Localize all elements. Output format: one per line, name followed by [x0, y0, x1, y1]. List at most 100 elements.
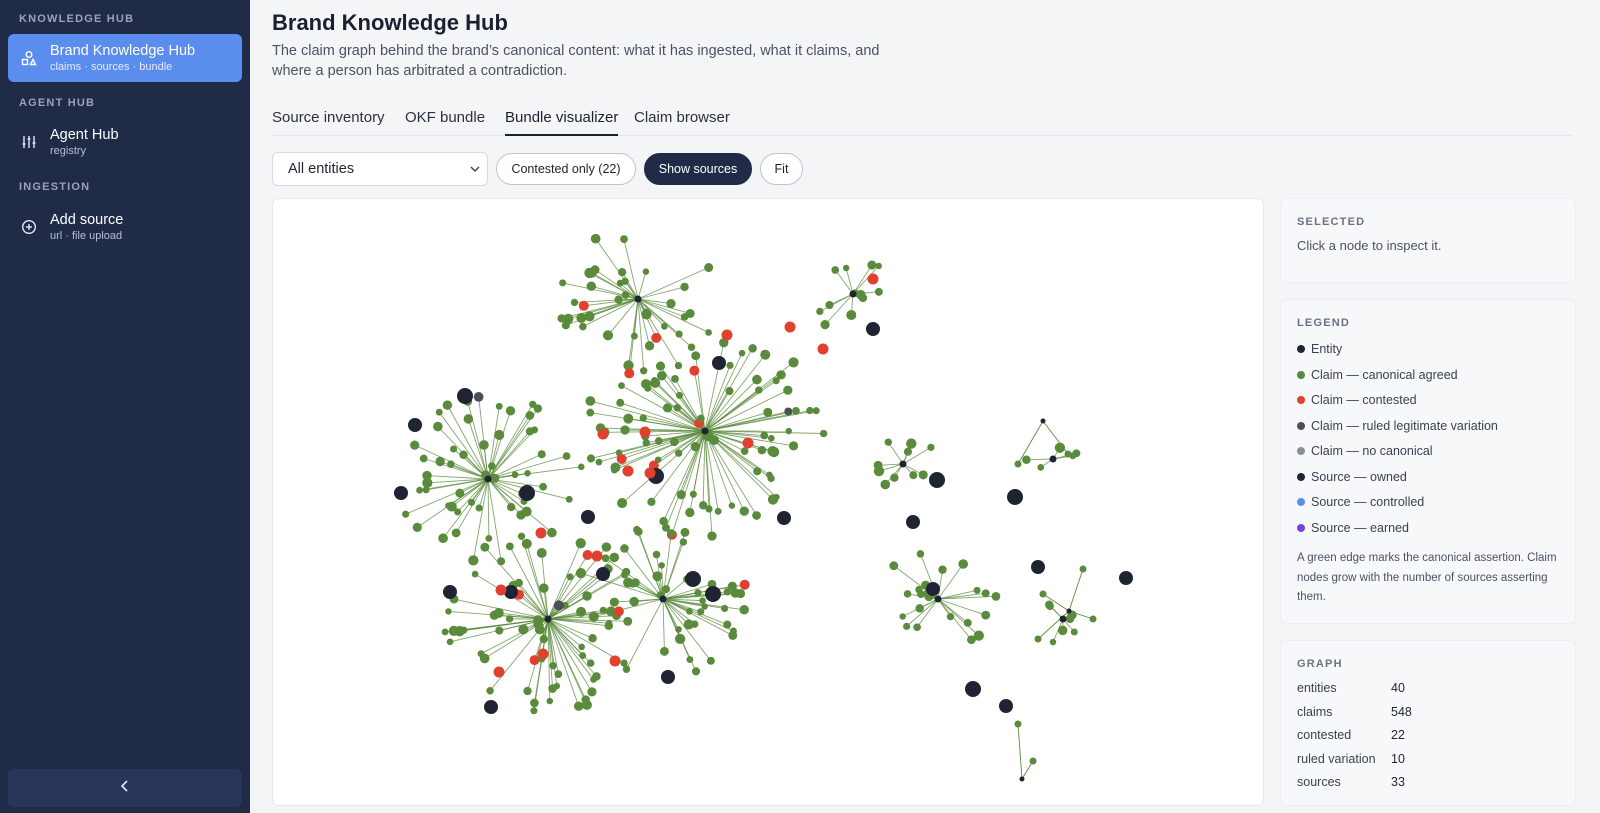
contested-claim-node[interactable]: [639, 426, 651, 438]
claim-node[interactable]: [916, 550, 925, 558]
claim-node[interactable]: [694, 589, 702, 597]
claim-node[interactable]: [1064, 450, 1072, 458]
claim-node[interactable]: [819, 429, 828, 438]
claim-node[interactable]: [494, 429, 505, 441]
claim-node[interactable]: [617, 498, 628, 509]
claim-node[interactable]: [441, 628, 449, 636]
claim-node[interactable]: [460, 626, 468, 634]
claim-node[interactable]: [738, 349, 746, 357]
claim-node[interactable]: [586, 659, 595, 667]
claim-node[interactable]: [1057, 625, 1068, 636]
collapse-sidebar-button[interactable]: [8, 769, 242, 807]
claim-node[interactable]: [820, 320, 830, 330]
claim-node[interactable]: [1037, 464, 1045, 471]
claim-node[interactable]: [1029, 757, 1037, 765]
claim-node[interactable]: [666, 529, 676, 538]
claim-node[interactable]: [622, 665, 631, 673]
entity-node[interactable]: [484, 700, 498, 714]
claim-node[interactable]: [652, 571, 663, 582]
claim-node[interactable]: [728, 502, 736, 509]
claim-node[interactable]: [909, 471, 918, 480]
claim-node[interactable]: [640, 367, 648, 375]
claim-node[interactable]: [575, 567, 587, 579]
claim-node[interactable]: [792, 407, 800, 415]
claim-node[interactable]: [623, 413, 634, 424]
claim-node[interactable]: [680, 527, 690, 537]
claim-node[interactable]: [539, 583, 549, 593]
entity-node[interactable]: [581, 510, 595, 524]
claim-node[interactable]: [874, 287, 883, 296]
claim-node[interactable]: [766, 471, 773, 479]
entity-node[interactable]: [1031, 560, 1045, 574]
claim-node[interactable]: [721, 604, 729, 613]
claim-node[interactable]: [517, 532, 526, 541]
claim-node[interactable]: [651, 332, 662, 343]
claim-node[interactable]: [451, 528, 461, 538]
claim-node[interactable]: [685, 507, 695, 518]
claim-node[interactable]: [704, 263, 714, 273]
claim-node[interactable]: [480, 542, 490, 552]
contested-claim-node[interactable]: [817, 343, 829, 355]
claim-node[interactable]: [918, 470, 928, 480]
entity-node[interactable]: [929, 472, 945, 488]
claim-node[interactable]: [576, 606, 587, 617]
claim-node[interactable]: [533, 404, 543, 413]
contested-claim-node[interactable]: [644, 467, 656, 479]
contested-claim-node[interactable]: [742, 437, 754, 449]
entity-node[interactable]: [777, 511, 791, 525]
claim-node[interactable]: [825, 300, 834, 310]
claim-node[interactable]: [723, 620, 732, 629]
claim-node[interactable]: [435, 408, 443, 416]
claim-node[interactable]: [875, 262, 882, 270]
claim-node[interactable]: [490, 473, 500, 483]
entity-hub-node[interactable]: [1066, 608, 1072, 614]
claim-node[interactable]: [687, 343, 696, 351]
claim-node[interactable]: [644, 341, 655, 351]
claim-node[interactable]: [752, 511, 761, 520]
contested-claim-node[interactable]: [609, 655, 621, 667]
sidebar-item-agent-hub[interactable]: Agent Hub registry: [8, 118, 242, 166]
claim-node[interactable]: [419, 454, 428, 463]
claim-node[interactable]: [714, 507, 722, 515]
claim-node[interactable]: [578, 643, 585, 651]
claim-node[interactable]: [642, 308, 650, 316]
claim-node[interactable]: [584, 311, 595, 322]
claim-node[interactable]: [691, 667, 701, 676]
claim-node[interactable]: [445, 608, 452, 615]
claim-node[interactable]: [641, 379, 651, 389]
claim-node[interactable]: [410, 440, 420, 450]
claim-node[interactable]: [659, 516, 668, 526]
claim-node[interactable]: [585, 396, 596, 406]
contested-claim-node[interactable]: [591, 550, 603, 562]
entity-node[interactable]: [661, 670, 675, 684]
claim-node[interactable]: [785, 427, 792, 435]
claim-node[interactable]: [495, 402, 503, 410]
claim-node[interactable]: [486, 686, 494, 695]
claim-node[interactable]: [620, 544, 629, 553]
tab-okf-bundle[interactable]: OKF bundle: [405, 109, 485, 134]
claim-node[interactable]: [586, 281, 597, 291]
claim-node[interactable]: [689, 365, 700, 376]
claim-node[interactable]: [521, 538, 532, 549]
claim-node[interactable]: [647, 497, 656, 507]
claim-graph[interactable]: [273, 199, 1264, 806]
claim-node[interactable]: [753, 467, 762, 476]
claim-node[interactable]: [539, 482, 547, 491]
claim-node[interactable]: [816, 307, 824, 316]
claim-node[interactable]: [1014, 460, 1022, 468]
claim-node[interactable]: [629, 596, 639, 607]
claim-node[interactable]: [525, 427, 534, 436]
claim-node[interactable]: [806, 406, 814, 415]
claim-node[interactable]: [617, 268, 627, 277]
claim-node[interactable]: [471, 570, 479, 578]
claim-node[interactable]: [735, 588, 746, 599]
contested-claim-node[interactable]: [622, 465, 634, 477]
claim-node[interactable]: [595, 458, 603, 466]
contested-claim-node[interactable]: [784, 321, 796, 333]
contested-claim-node[interactable]: [867, 273, 879, 285]
claim-node[interactable]: [479, 653, 490, 664]
claim-node[interactable]: [675, 633, 686, 644]
claim-node[interactable]: [633, 525, 641, 534]
claim-node[interactable]: [575, 538, 586, 549]
claim-node[interactable]: [511, 471, 519, 479]
